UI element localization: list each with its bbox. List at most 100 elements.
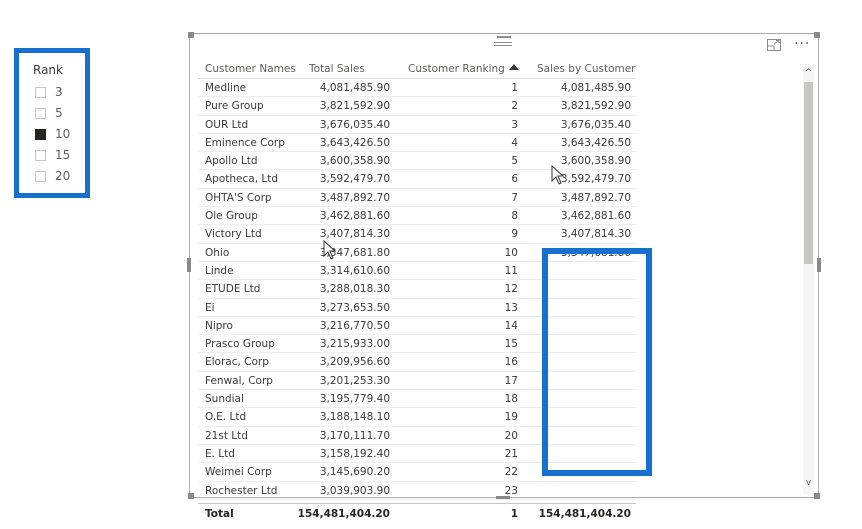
cell-total-sales: 3,273,653.50 bbox=[319, 301, 390, 314]
cell-customer-name: Apollo Ltd bbox=[205, 155, 258, 168]
cell-total-sales: 3,821,592.90 bbox=[319, 100, 390, 113]
scroll-down-icon[interactable]: v bbox=[803, 476, 814, 490]
cell-total-sales: 4,081,485.90 bbox=[319, 82, 390, 94]
resize-handle-right[interactable] bbox=[817, 258, 821, 272]
cell-customer-ranking: 7 bbox=[511, 191, 518, 204]
focus-mode-icon[interactable] bbox=[767, 39, 781, 51]
cell-customer-name: Medline bbox=[205, 82, 247, 94]
table-visual[interactable]: ··· Customer Names Total Sales Customer … bbox=[187, 32, 821, 520]
table-row[interactable]: Apollo Ltd 3,600,358.90 5 3,600,358.90 bbox=[198, 152, 636, 171]
table-row[interactable]: Apotheca, Ltd 3,592,479.70 6 3,592,479.70 bbox=[198, 170, 636, 189]
cell-customer-ranking: 12 bbox=[504, 283, 518, 296]
header-total-sales[interactable]: Total Sales bbox=[309, 63, 365, 75]
slicer-item-15[interactable]: 15 bbox=[35, 146, 70, 164]
cell-customer-ranking: 17 bbox=[504, 374, 518, 387]
cell-customer-name: Apotheca, Ltd bbox=[205, 173, 279, 186]
cell-customer-ranking: 3 bbox=[511, 118, 518, 131]
slicer-item-3[interactable]: 3 bbox=[35, 83, 63, 101]
resize-handle-top-left[interactable] bbox=[188, 32, 194, 38]
cell-total-sales: 3,600,358.90 bbox=[319, 155, 390, 168]
sort-ascending-icon[interactable] bbox=[509, 64, 519, 70]
cell-total-sales: 3,288,018.30 bbox=[319, 283, 390, 296]
cell-total-sales: 3,676,035.40 bbox=[319, 118, 390, 131]
cell-customer-ranking: 5 bbox=[511, 155, 518, 168]
cell-customer-ranking: 15 bbox=[504, 338, 518, 351]
cell-total-sales: 3,158,192.40 bbox=[319, 447, 390, 460]
cell-customer-ranking: 4 bbox=[511, 136, 518, 149]
cell-total-sales: 3,216,770.50 bbox=[319, 319, 390, 332]
resize-handle-left[interactable] bbox=[187, 258, 191, 272]
resize-handle-bottom-left[interactable] bbox=[188, 493, 194, 499]
checkbox[interactable] bbox=[35, 107, 46, 119]
cell-customer-ranking: 11 bbox=[504, 264, 518, 277]
checkbox-checked[interactable] bbox=[35, 128, 46, 140]
cell-customer-name: O.E. Ltd bbox=[205, 411, 247, 424]
header-customer-names[interactable]: Customer Names bbox=[205, 63, 296, 75]
slicer-item-label: 15 bbox=[55, 148, 71, 162]
cell-customer-ranking: 16 bbox=[504, 356, 518, 369]
cell-customer-name: Weimei Corp bbox=[205, 466, 272, 479]
resize-handle-top-right[interactable] bbox=[814, 32, 820, 38]
cell-total-sales: 3,592,479.70 bbox=[319, 173, 390, 186]
cell-customer-name: Rochester Ltd bbox=[205, 484, 278, 497]
total-label: Total bbox=[205, 507, 234, 520]
table-row[interactable]: OUR Ltd 3,676,035.40 3 3,676,035.40 bbox=[198, 116, 636, 134]
cell-customer-ranking: 20 bbox=[504, 429, 518, 442]
table-row[interactable]: OHTA'S Corp 3,487,892.70 7 3,487,892.70 bbox=[198, 189, 636, 208]
cell-total-sales: 3,215,933.00 bbox=[319, 338, 390, 351]
resize-handle-top[interactable] bbox=[497, 36, 511, 38]
total-sales: 154,481,404.20 bbox=[297, 507, 390, 520]
cell-customer-name: Sundial bbox=[205, 393, 244, 406]
cell-total-sales: 3,407,814.30 bbox=[319, 228, 390, 241]
total-sales-by-customer: 154,481,404.20 bbox=[538, 507, 631, 520]
cell-customer-ranking: 18 bbox=[504, 393, 518, 406]
cell-total-sales: 3,487,892.70 bbox=[319, 191, 390, 204]
cell-customer-name: Elorac, Corp bbox=[205, 356, 269, 369]
slicer-item-20[interactable]: 20 bbox=[35, 167, 70, 185]
rank-slicer: Rank 3 5 10 15 20 bbox=[14, 48, 90, 198]
cell-customer-ranking: 23 bbox=[504, 484, 518, 497]
drag-grip-icon[interactable] bbox=[494, 40, 512, 48]
cell-customer-ranking: 1 bbox=[511, 82, 518, 94]
cell-customer-ranking: 8 bbox=[511, 210, 518, 223]
scrollbar-thumb[interactable] bbox=[804, 82, 813, 264]
cell-customer-name: Ei bbox=[205, 301, 215, 314]
resize-handle-bottom-right[interactable] bbox=[814, 493, 820, 499]
cell-customer-name: Nipro bbox=[205, 319, 233, 332]
checkbox[interactable] bbox=[35, 170, 46, 182]
table-row[interactable]: Ole Group 3,462,881.60 8 3,462,881.60 bbox=[198, 207, 636, 226]
total-row: Total 154,481,404.20 1 154,481,404.20 bbox=[198, 502, 636, 524]
cell-customer-name: Fenwal, Corp bbox=[205, 374, 273, 387]
header-customer-ranking[interactable]: Customer Ranking bbox=[408, 63, 505, 75]
table-row[interactable]: Eminence Corp 3,643,426.50 4 3,643,426.50 bbox=[198, 134, 636, 153]
cell-total-sales: 3,201,253.30 bbox=[319, 374, 390, 387]
cell-sales-by-customer: 3,600,358.90 bbox=[560, 155, 631, 168]
slicer-item-10[interactable]: 10 bbox=[35, 125, 70, 143]
cell-total-sales: 3,188,148.10 bbox=[319, 411, 390, 424]
table-row[interactable]: Victory Ltd 3,407,814.30 9 3,407,814.30 bbox=[198, 225, 636, 244]
scroll-up-icon[interactable]: ^ bbox=[803, 66, 814, 80]
cell-customer-name: Linde bbox=[205, 264, 234, 277]
cell-customer-ranking: 6 bbox=[511, 173, 518, 186]
cell-sales-by-customer: 3,676,035.40 bbox=[560, 118, 631, 131]
table-row[interactable]: Medline 4,081,485.90 1 4,081,485.90 bbox=[198, 79, 636, 98]
cell-sales-by-customer: 3,821,592.90 bbox=[560, 100, 631, 113]
vertical-scrollbar[interactable]: ^ v bbox=[803, 64, 814, 494]
table-row[interactable]: Pure Group 3,821,592.90 2 3,821,592.90 bbox=[198, 97, 636, 116]
cell-customer-name: E. Ltd bbox=[205, 447, 235, 460]
mouse-pointer-icon bbox=[551, 165, 565, 185]
more-options-icon[interactable]: ··· bbox=[794, 37, 810, 51]
cell-total-sales: 3,643,426.50 bbox=[319, 136, 390, 149]
cell-customer-ranking: 9 bbox=[511, 228, 518, 241]
checkbox[interactable] bbox=[35, 149, 46, 161]
cell-customer-name: 21st Ltd bbox=[205, 429, 248, 442]
cell-sales-by-customer: 4,081,485.90 bbox=[560, 82, 631, 94]
slicer-item-label: 3 bbox=[55, 85, 63, 99]
table-row[interactable]: Rochester Ltd 3,039,903.90 23 bbox=[198, 482, 636, 500]
cell-customer-name: ETUDE Ltd bbox=[205, 283, 261, 296]
slicer-item-label: 5 bbox=[55, 106, 63, 120]
header-sales-by-customer[interactable]: Sales by Customer bbox=[537, 63, 636, 75]
cell-customer-name: OUR Ltd bbox=[205, 118, 249, 131]
checkbox[interactable] bbox=[35, 86, 46, 98]
slicer-item-5[interactable]: 5 bbox=[35, 104, 63, 122]
